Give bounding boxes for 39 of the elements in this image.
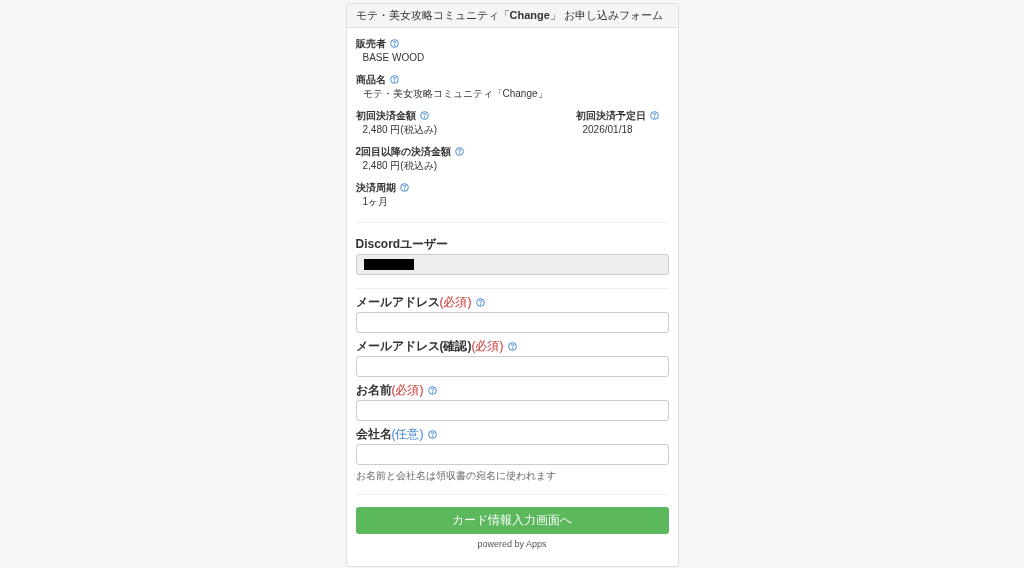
field-label: お名前: [355, 383, 392, 397]
field-value: 2026/01/18: [582, 123, 634, 136]
help-icon[interactable]: [389, 39, 399, 48]
field-tag: (必須): [471, 339, 504, 353]
help-icon[interactable]: [399, 183, 409, 192]
help-icon[interactable]: [475, 297, 485, 307]
input-field[interactable]: [355, 356, 669, 377]
input-field[interactable]: [355, 400, 669, 421]
field-label: 初回決済金額: [355, 109, 416, 122]
submit-button[interactable]: カード情報入力画面へ: [355, 507, 669, 534]
field-label: Discordユーザー: [355, 237, 450, 251]
field-value: 2,480 円(税込み): [362, 159, 438, 172]
field-label: メールアドレス: [355, 295, 440, 309]
field-label: 初回決済予定日: [575, 109, 646, 122]
field-label: 商品名: [355, 73, 386, 86]
field-value: 2,480 円(税込み): [362, 123, 438, 136]
input-field[interactable]: [355, 444, 669, 465]
hint-text: お名前と会社名は領収書の宛名に使われます: [355, 469, 557, 482]
field-label: 決済周期: [355, 181, 396, 194]
form-title: モテ・美女攻略コミュニティ「Change」 お申し込みフォーム: [355, 8, 663, 23]
help-icon[interactable]: [649, 111, 659, 120]
field-value: BASE WOOD: [362, 51, 426, 64]
field-value: 1ヶ月: [362, 195, 390, 208]
field-tag: (必須): [391, 383, 424, 397]
field-label: 2回目以降の決済金額: [355, 145, 452, 158]
field-label: メールアドレス(確認): [355, 339, 472, 353]
footer-text: powered by Apps: [476, 539, 548, 549]
field-tag: (必須): [439, 295, 472, 309]
help-icon[interactable]: [507, 341, 517, 351]
field-tag: (任意): [391, 427, 424, 441]
help-icon[interactable]: [427, 429, 437, 439]
help-icon[interactable]: [427, 385, 437, 395]
field-label: 販売者: [355, 37, 386, 50]
help-icon[interactable]: [419, 111, 429, 120]
field-value: モテ・美女攻略コミュニティ「Change」: [362, 87, 549, 100]
help-icon[interactable]: [389, 75, 399, 84]
help-icon[interactable]: [455, 147, 465, 156]
input-field[interactable]: [355, 312, 669, 333]
field-label: 会社名: [355, 427, 392, 441]
